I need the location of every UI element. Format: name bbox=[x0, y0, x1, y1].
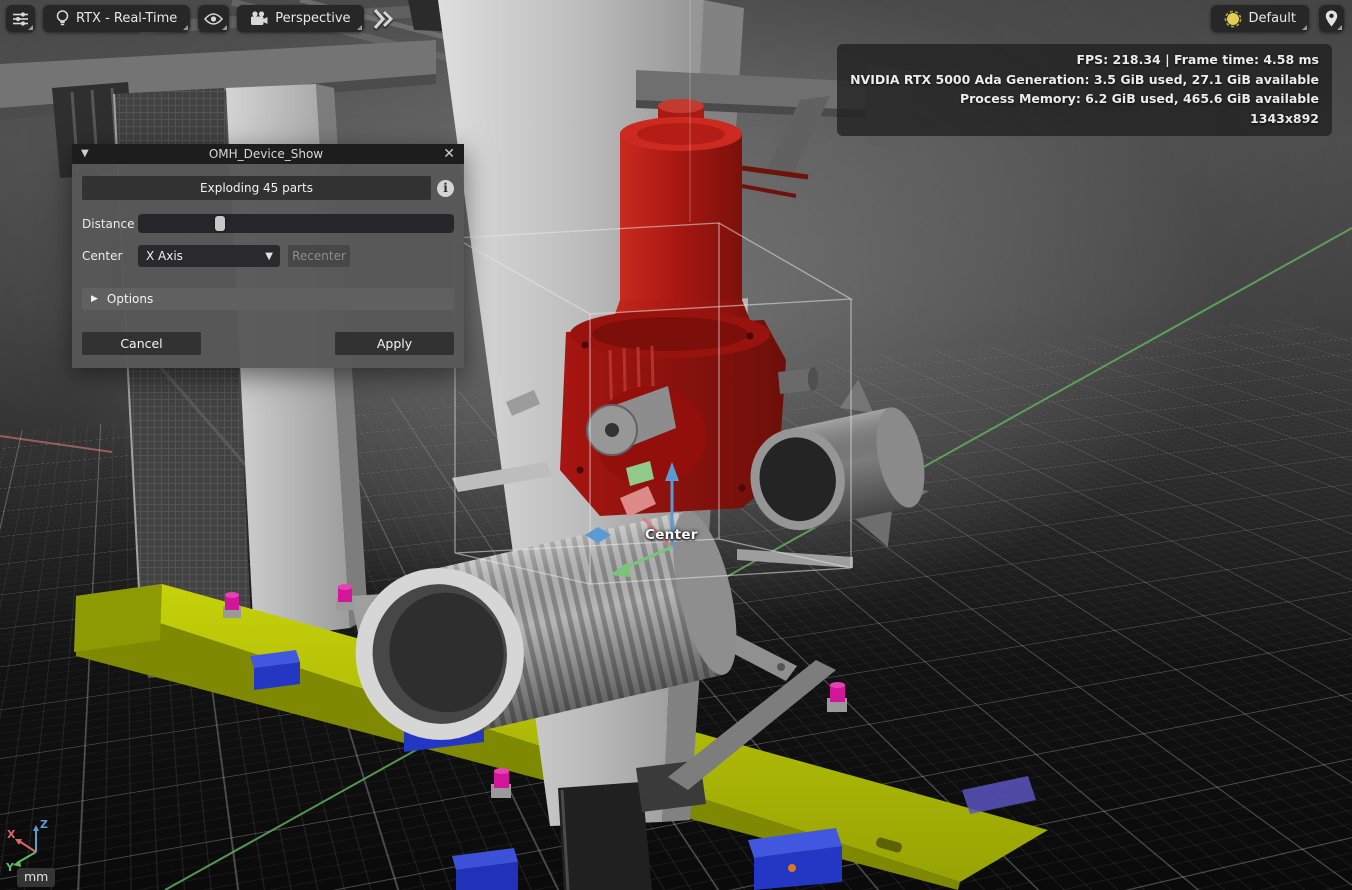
axis-orientation-gizmo: Z X Y bbox=[2, 816, 76, 872]
options-expander[interactable]: ▶ Options bbox=[82, 288, 454, 310]
axis-y-label: Y bbox=[5, 861, 15, 872]
collapse-icon[interactable]: ▼ bbox=[81, 149, 89, 159]
sliders-icon bbox=[12, 11, 29, 27]
explode-dialog: ▼ OMH_Device_Show ✕ Exploding 45 parts i… bbox=[72, 144, 464, 368]
cancel-button[interactable]: Cancel bbox=[82, 332, 201, 355]
chevron-down-icon: ▼ bbox=[265, 251, 280, 262]
render-mode-label: RTX - Real-Time bbox=[76, 11, 177, 26]
stats-fps: FPS: 218.34 | Frame time: 4.58 ms bbox=[850, 50, 1319, 70]
location-button[interactable] bbox=[1319, 5, 1344, 32]
explode-status-bar: Exploding 45 parts bbox=[82, 176, 431, 200]
camera-button[interactable]: Perspective bbox=[237, 5, 363, 32]
distance-label: Distance bbox=[82, 217, 138, 231]
gizmo-center-label: Center bbox=[645, 527, 698, 543]
options-label: Options bbox=[107, 292, 153, 306]
render-mode-button[interactable]: RTX - Real-Time bbox=[43, 5, 190, 32]
stats-resolution: 1343x892 bbox=[850, 109, 1319, 129]
camera-label: Perspective bbox=[275, 11, 350, 26]
units-badge: mm bbox=[17, 868, 55, 887]
dialog-body: Exploding 45 parts i Distance Center X A… bbox=[72, 164, 464, 368]
double-chevron-right-icon bbox=[372, 7, 394, 31]
render-settings-button[interactable] bbox=[6, 5, 35, 32]
toolbar-expand-button[interactable] bbox=[372, 7, 394, 31]
stats-gpu-memory: NVIDIA RTX 5000 Ada Generation: 3.5 GiB … bbox=[850, 70, 1319, 90]
distance-slider-handle[interactable] bbox=[215, 216, 225, 231]
stats-process-memory: Process Memory: 6.2 GiB used, 465.6 GiB … bbox=[850, 89, 1319, 109]
viewport-toolbar-left: RTX - Real-Time Perspective bbox=[6, 5, 394, 32]
axis-x-label: X bbox=[7, 828, 16, 841]
info-icon[interactable]: i bbox=[437, 180, 454, 197]
dialog-title: OMH_Device_Show bbox=[89, 147, 444, 161]
camera-icon bbox=[250, 11, 268, 26]
sun-icon bbox=[1224, 10, 1242, 28]
eye-icon bbox=[204, 12, 223, 26]
performance-stats-overlay: FPS: 218.34 | Frame time: 4.58 ms NVIDIA… bbox=[837, 44, 1332, 136]
lightbulb-icon bbox=[56, 10, 69, 27]
center-axis-value: X Axis bbox=[146, 249, 183, 263]
center-axis-dropdown[interactable]: X Axis ▼ bbox=[138, 245, 280, 267]
recenter-button[interactable]: Recenter bbox=[288, 245, 350, 267]
dialog-header[interactable]: ▼ OMH_Device_Show ✕ bbox=[72, 144, 464, 164]
visibility-button[interactable] bbox=[198, 5, 229, 32]
lighting-mode-button[interactable]: Default bbox=[1211, 5, 1310, 32]
expand-arrow-icon: ▶ bbox=[91, 294, 98, 304]
distance-slider[interactable] bbox=[138, 214, 454, 233]
apply-button[interactable]: Apply bbox=[335, 332, 454, 355]
center-label: Center bbox=[82, 249, 138, 263]
viewport-3d[interactable]: Center Z X Y mm RTX - Real-Time bbox=[0, 0, 1352, 890]
axis-z-label: Z bbox=[40, 818, 48, 831]
lighting-mode-label: Default bbox=[1249, 11, 1297, 26]
viewport-toolbar-right: Default bbox=[1211, 5, 1345, 32]
close-icon[interactable]: ✕ bbox=[443, 147, 455, 161]
map-pin-icon bbox=[1325, 10, 1338, 27]
